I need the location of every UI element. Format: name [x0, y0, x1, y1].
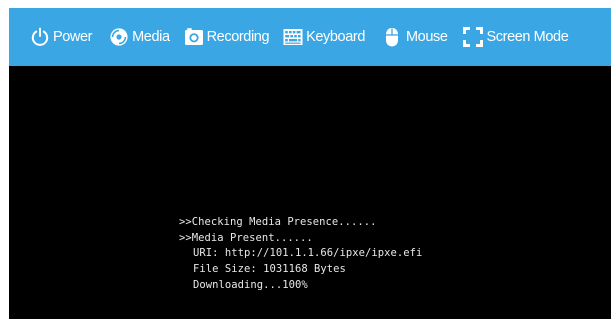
- toolbar: Power Media Recording Keyboard Mouse Scr…: [9, 8, 611, 66]
- mouse-label: Mouse: [405, 29, 448, 45]
- console-output: >>Checking Media Presence...... >>Media …: [179, 215, 422, 294]
- fullscreen-icon: [462, 27, 483, 47]
- screen-mode-label: Screen Mode: [486, 29, 569, 45]
- power-label: Power: [53, 29, 93, 45]
- power-button[interactable]: Power: [30, 22, 93, 52]
- console-screen[interactable]: >>Checking Media Presence...... >>Media …: [9, 66, 611, 319]
- mouse-icon: [385, 27, 399, 47]
- console-line: >>Media Present......: [179, 231, 313, 244]
- recording-button[interactable]: Recording: [184, 22, 270, 52]
- remote-console-window: Power Media Recording Keyboard Mouse Scr…: [0, 0, 611, 319]
- console-line: File Size: 1031168 Bytes: [193, 263, 346, 276]
- power-icon: [30, 27, 50, 47]
- keyboard-button[interactable]: Keyboard: [283, 22, 365, 52]
- recording-label: Recording: [206, 29, 270, 45]
- media-disc-icon: [109, 27, 129, 47]
- screen-mode-button[interactable]: Screen Mode: [462, 22, 569, 52]
- console-line: Downloading...100%: [193, 278, 308, 291]
- keyboard-icon: [283, 28, 303, 46]
- keyboard-label: Keyboard: [306, 29, 365, 45]
- mouse-button[interactable]: Mouse: [381, 22, 448, 52]
- media-button[interactable]: Media: [109, 22, 170, 52]
- camera-icon: [184, 27, 204, 47]
- media-label: Media: [132, 29, 170, 45]
- console-line: URI: http://101.1.1.66/ipxe/ipxe.efi: [193, 247, 423, 260]
- console-line: >>Checking Media Presence......: [179, 216, 377, 228]
